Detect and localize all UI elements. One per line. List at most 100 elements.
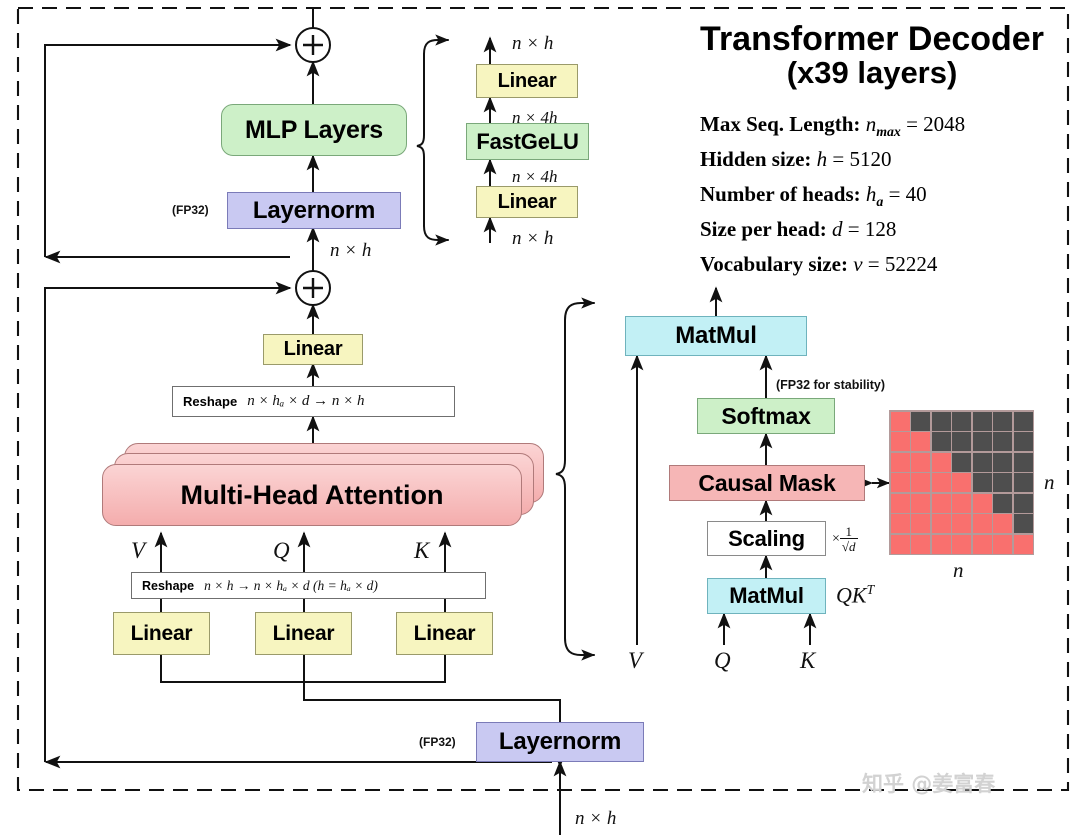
spec-value: 128 <box>864 217 897 241</box>
mask-cell <box>993 452 1012 472</box>
mask-cell <box>952 534 971 554</box>
spec-label: Number of heads: <box>700 182 861 206</box>
mask-cell <box>952 411 971 431</box>
mask-cell <box>911 432 930 451</box>
decoder-input-tensor-label: n × h <box>575 808 617 829</box>
mask-cell <box>993 411 1012 431</box>
mask-cell <box>972 493 992 513</box>
matmul-qk-block[interactable]: MatMul <box>707 578 826 614</box>
layernorm-mlp-block[interactable]: Layernorm <box>227 192 401 229</box>
mask-cell <box>890 452 910 472</box>
scaling-block[interactable]: Scaling <box>707 521 826 556</box>
mask-cell <box>911 473 930 492</box>
mask-cell <box>993 534 1012 554</box>
residual-tensor-label: n × h <box>330 240 372 261</box>
attention-input-q-label: Q <box>714 648 731 673</box>
spec-number-of-heads: Number of heads: ha = 40 <box>700 182 927 210</box>
spec-var: d <box>832 217 843 241</box>
mask-cell <box>890 534 910 554</box>
reshape-word: Reshape <box>183 394 238 409</box>
mlp-col-up-out-tensor-label: n × 4h <box>512 167 558 186</box>
spec-var: h <box>816 147 828 171</box>
add-node-mlp <box>295 27 331 63</box>
linear-output-projection-block[interactable]: Linear <box>263 334 363 365</box>
mask-cell <box>993 493 1012 513</box>
mask-cell <box>931 534 951 554</box>
mask-cell <box>911 514 930 533</box>
mask-cell <box>993 473 1012 492</box>
spec-eq: = <box>832 147 845 171</box>
mlp-layers-block[interactable]: MLP Layers <box>221 104 407 156</box>
multi-head-attention-block[interactable]: Multi-Head Attention <box>102 464 522 526</box>
spec-var: h <box>865 182 877 206</box>
mask-cell <box>1013 432 1033 451</box>
attention-input-v-label: V <box>628 648 643 673</box>
softmax-block[interactable]: Softmax <box>697 398 835 434</box>
mask-cell <box>972 534 992 554</box>
mask-cell <box>952 493 971 513</box>
mask-rows-label: n <box>1044 470 1055 494</box>
linear-q-block[interactable]: Linear <box>255 612 352 655</box>
spec-subscript: max <box>876 124 901 140</box>
spec-value: 40 <box>905 182 927 206</box>
mask-cell <box>890 411 910 431</box>
mlp-linear-up-block[interactable]: Linear <box>476 186 578 218</box>
mask-cell <box>911 411 930 431</box>
causal-mask-block[interactable]: Causal Mask <box>669 465 865 501</box>
scaling-times-sign: × <box>832 531 840 547</box>
fastgelu-block[interactable]: FastGeLU <box>466 123 589 160</box>
mask-cell <box>952 514 971 533</box>
mask-cell <box>993 514 1012 533</box>
mask-cell <box>911 493 930 513</box>
causal-mask-grid <box>889 410 1034 555</box>
spec-hidden-size: Hidden size: h = 5120 <box>700 147 892 172</box>
linear-k-block[interactable]: Linear <box>396 612 493 655</box>
spec-value: 2048 <box>923 112 966 136</box>
title-line-2: (x39 layers) <box>786 55 958 91</box>
qkt-base: QK <box>836 582 867 608</box>
add-node-attention <box>295 270 331 306</box>
spec-eq: = <box>906 112 918 136</box>
scaling-factor-annotation: × 1 √d <box>832 525 858 553</box>
v-label: V <box>131 538 146 563</box>
mask-cell <box>972 473 992 492</box>
mask-cell <box>972 452 992 472</box>
mlp-col-input-tensor-label: n × h <box>512 228 554 249</box>
spec-vocabulary-size: Vocabulary size: v = 52224 <box>700 252 937 277</box>
spec-var: v <box>853 252 863 276</box>
layernorm-attention-block[interactable]: Layernorm <box>476 722 644 762</box>
scaling-numerator: 1 <box>845 524 852 539</box>
mask-cell <box>972 411 992 431</box>
mask-cell <box>890 493 910 513</box>
attention-input-k-label: K <box>800 648 816 673</box>
mask-cell <box>890 514 910 533</box>
decoder-input-arrow <box>46 760 567 835</box>
q-label: Q <box>273 538 290 563</box>
qkt-annotation: QKT <box>836 582 874 608</box>
mask-cols-label: n <box>953 558 964 582</box>
mask-cell <box>931 411 951 431</box>
mlp-expansion-brace <box>416 34 450 246</box>
scaling-denominator: √d <box>839 538 858 554</box>
spec-var: n <box>865 112 877 136</box>
scaling-fraction: 1 √d <box>839 524 858 554</box>
mask-cell <box>952 452 971 472</box>
title-line-1: Transformer Decoder <box>700 20 1044 58</box>
mask-cell <box>931 452 951 472</box>
mask-cell <box>993 432 1012 451</box>
mlp-col-output-tensor-label: n × h <box>512 33 554 54</box>
mask-cell <box>931 493 951 513</box>
reshape-word: Reshape <box>142 578 195 593</box>
spec-value: 52224 <box>884 252 938 276</box>
spec-label: Hidden size: <box>700 147 812 171</box>
mlp-linear-down-block[interactable]: Linear <box>476 64 578 98</box>
spec-eq: = <box>867 252 880 276</box>
k-label: K <box>414 538 430 563</box>
matmul-attention-output-block[interactable]: MatMul <box>625 316 807 356</box>
fp32-stability-label: (FP32 for stability) <box>776 378 886 392</box>
linear-v-block[interactable]: Linear <box>113 612 210 655</box>
mask-cell <box>972 432 992 451</box>
spec-label: Size per head: <box>700 217 827 241</box>
reshape-formula: n × h → n × hₐ × d (h = hₐ × d) <box>204 577 378 593</box>
mask-cell <box>931 514 951 533</box>
